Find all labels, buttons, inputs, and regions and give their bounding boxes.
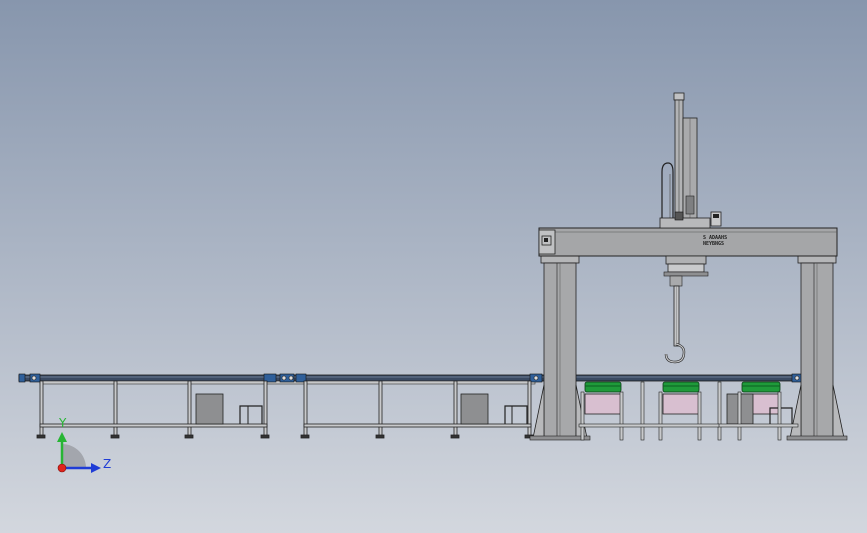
process-station-3 bbox=[717, 381, 799, 441]
assembly-drawing: S ADAAHS NEYBNGS Y Z bbox=[18, 92, 848, 473]
y-axis-label: Y bbox=[58, 416, 67, 430]
conveyor-table-1 bbox=[36, 380, 270, 439]
nameplate-line-2: NEYBNGS bbox=[703, 241, 724, 247]
cad-viewport[interactable]: S ADAAHS NEYBNGS Y Z bbox=[0, 0, 867, 533]
z-axis-label: Z bbox=[103, 457, 111, 471]
process-station-2 bbox=[658, 381, 722, 441]
station-base-rail bbox=[578, 423, 720, 428]
process-station-1 bbox=[580, 381, 645, 441]
beam-nameplate: S ADAAHS NEYBNGS bbox=[703, 235, 727, 247]
x-axis-arrow-icon bbox=[57, 463, 67, 473]
control-box-1 bbox=[195, 393, 263, 425]
conveyor-table-2 bbox=[300, 380, 534, 439]
gantry-cross-beam: S ADAAHS NEYBNGS bbox=[538, 227, 838, 257]
gantry-right-column bbox=[786, 254, 848, 441]
conveyor-rail bbox=[18, 374, 815, 382]
control-box-2 bbox=[460, 393, 528, 425]
